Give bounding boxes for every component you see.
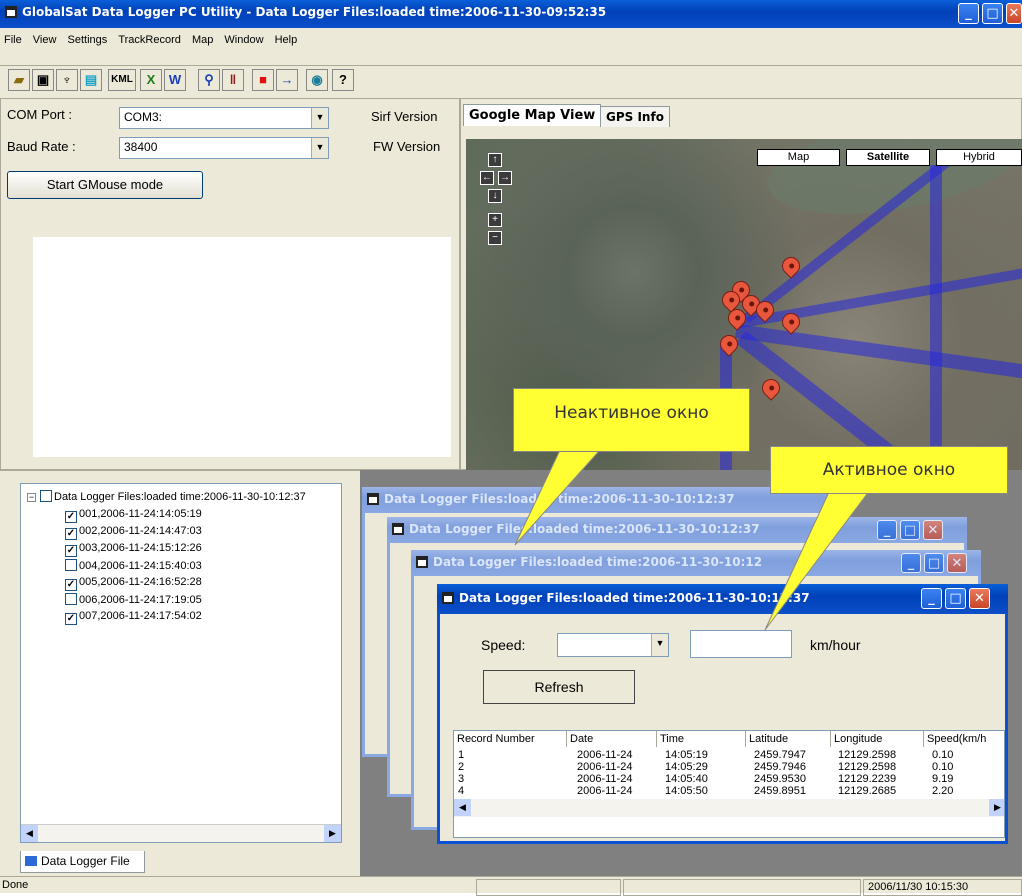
inactive-callout-pointer [514,449,602,546]
status-bar: Done 2006/11/30 10:15:30 [0,876,1022,896]
active-callout-pointer [764,489,871,631]
status-section [476,879,621,896]
active-window-callout: Активное окно [770,446,1008,494]
active-callout-text: Активное окно [822,460,956,480]
status-text: Done [2,879,29,891]
inactive-window-callout: Неактивное окно [513,388,750,452]
status-section [623,879,861,896]
inactive-callout-text: Неактивное окно [554,403,709,423]
status-datetime: 2006/11/30 10:15:30 [863,879,1022,896]
